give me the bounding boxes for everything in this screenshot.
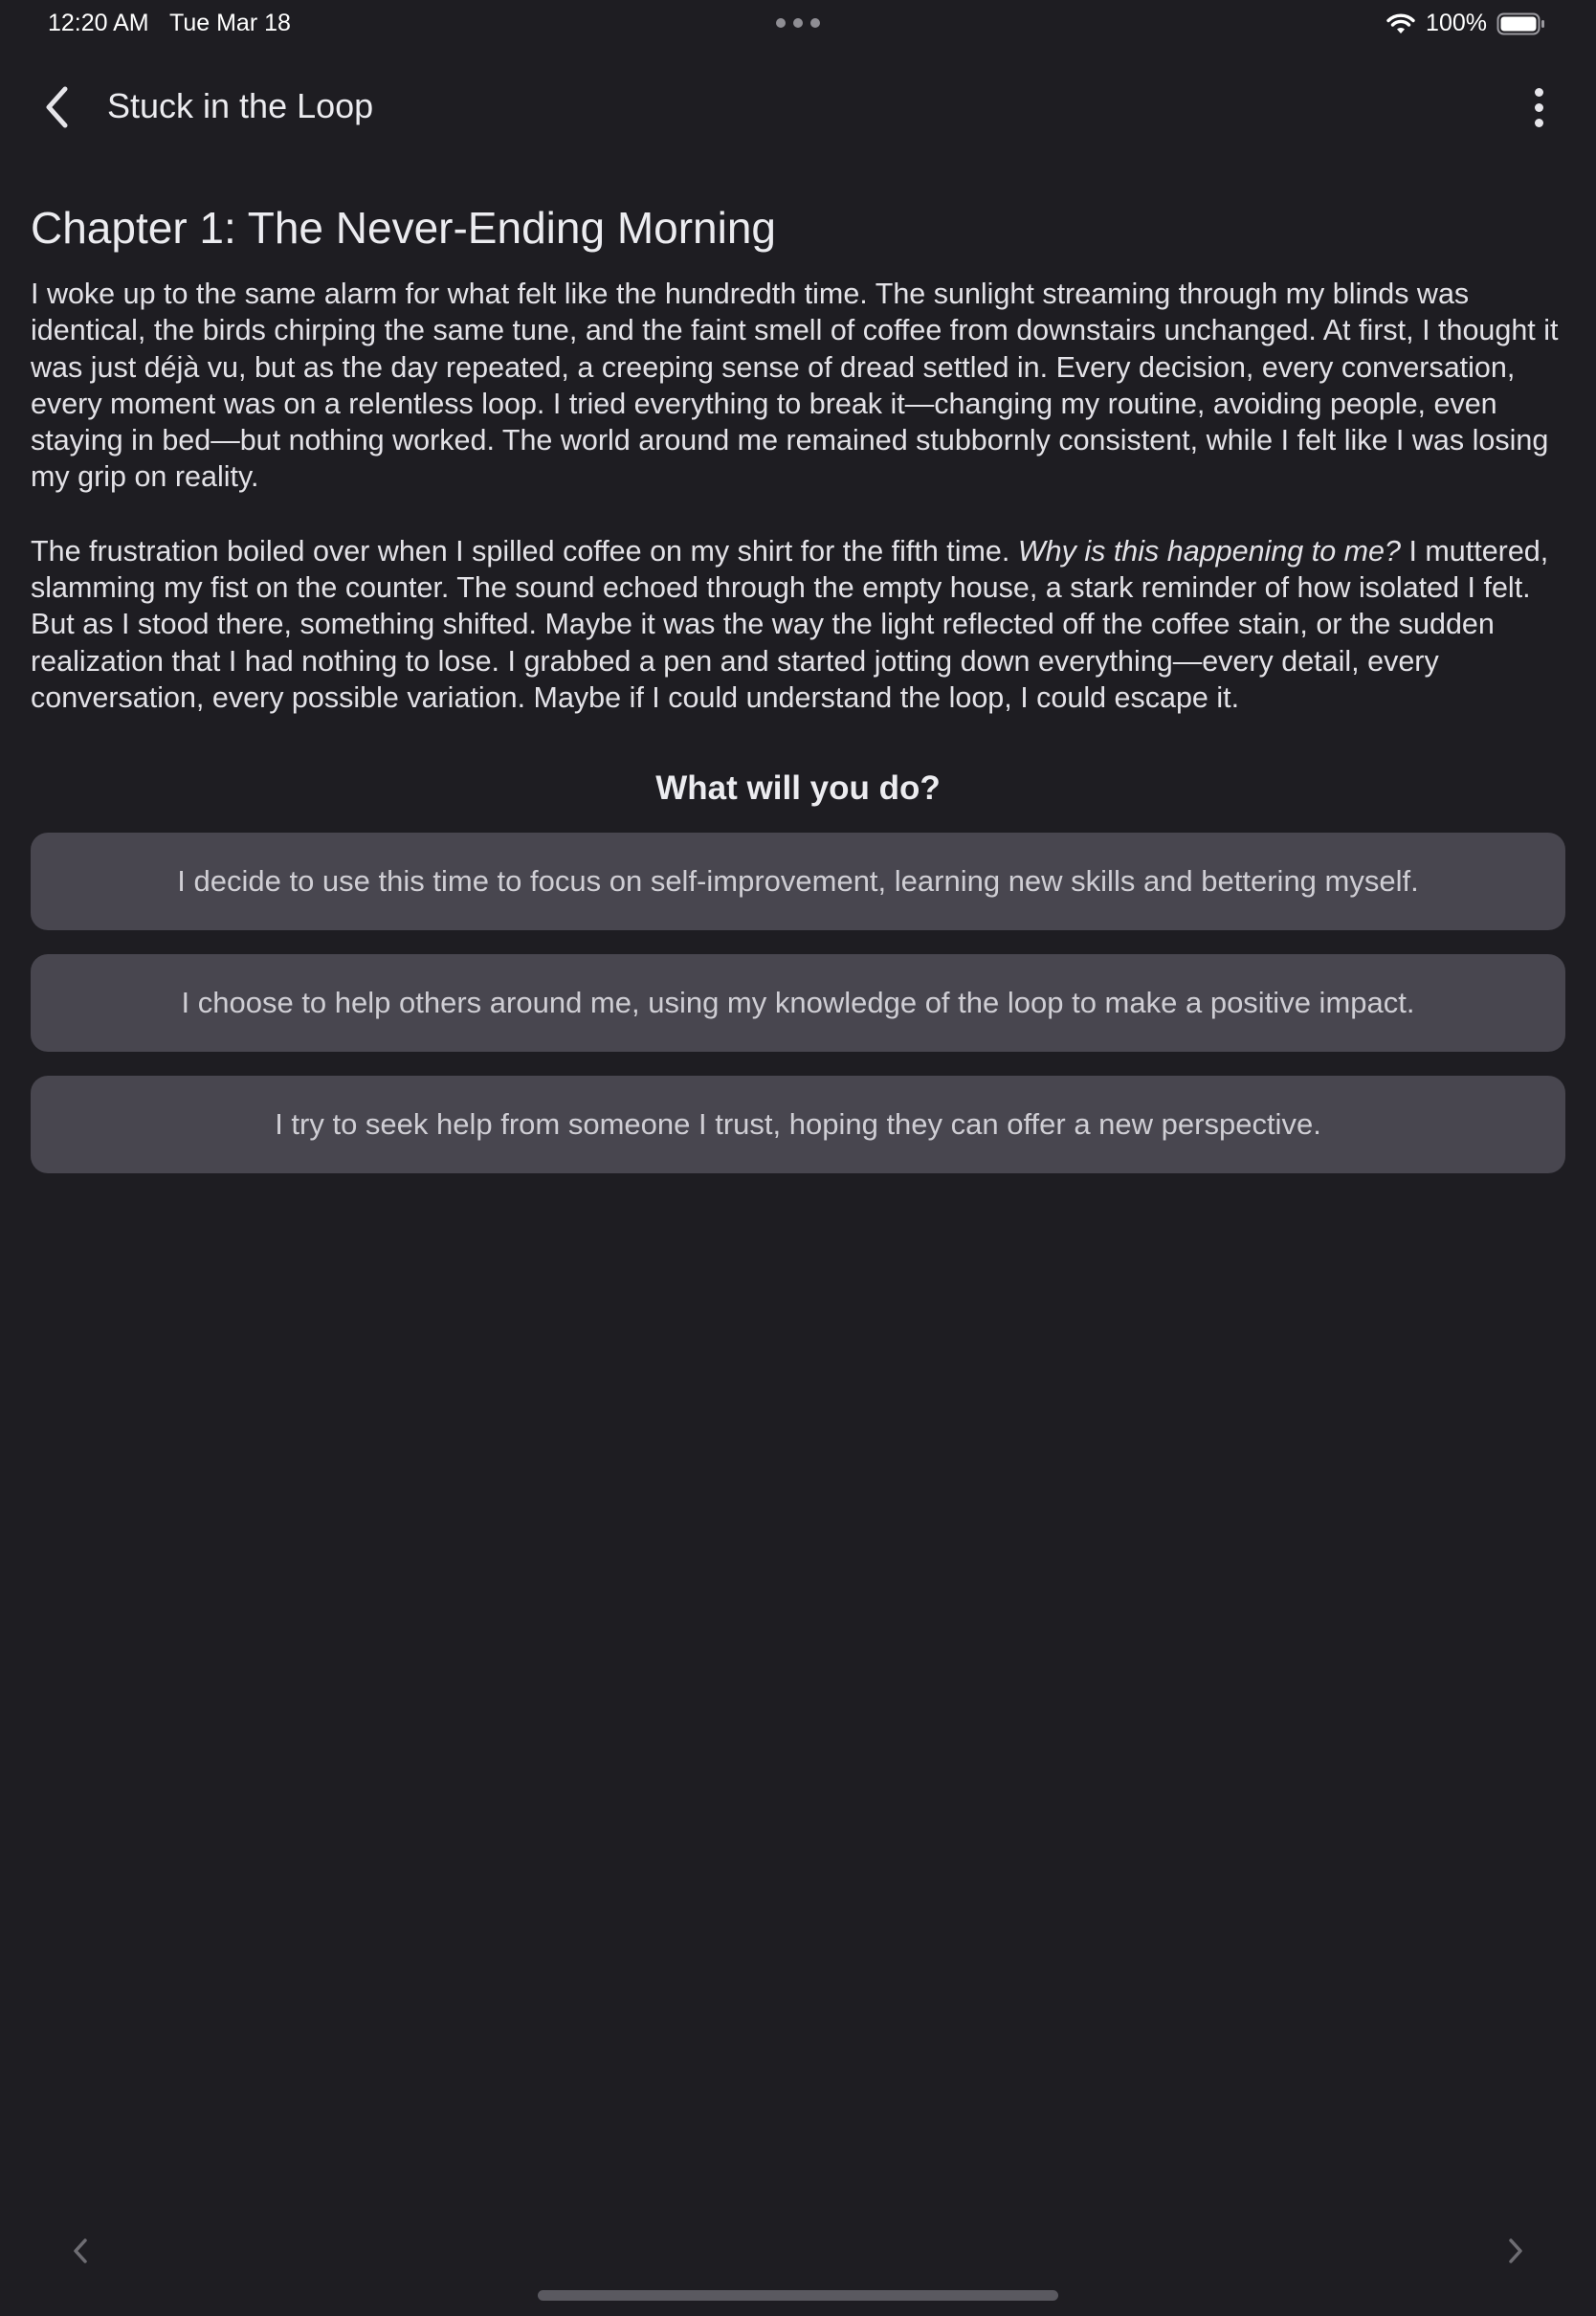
choice-prompt: What will you do?: [655, 769, 941, 808]
choice-button[interactable]: I try to seek help from someone I trust,…: [31, 1076, 1565, 1174]
status-bar: 12:20 AM Tue Mar 18 100%: [0, 0, 1596, 46]
chevron-left-icon: [74, 2238, 87, 2263]
story-paragraph: I woke up to the same alarm for what fel…: [31, 278, 1559, 494]
chevron-left-icon: [46, 86, 68, 128]
status-time: 12:20 AM: [48, 10, 149, 36]
status-indicators: 100%: [1385, 10, 1546, 37]
paragraph-italic-text: Why is this happening to me?: [1017, 534, 1401, 568]
wifi-icon: [1386, 13, 1415, 33]
chapter-title: Chapter 1: The Never-Ending Morning: [31, 203, 777, 253]
choice-button[interactable]: I choose to help others around me, using…: [31, 954, 1565, 1053]
paragraph-text: The frustration boiled over when I spill…: [31, 534, 1018, 568]
chevron-right-icon: [1509, 2238, 1522, 2263]
more-options-button[interactable]: [1519, 82, 1558, 132]
more-vertical-icon: [1534, 87, 1543, 97]
story-paragraph: The frustration boiled over when I spill…: [31, 533, 1565, 716]
battery-icon: [1496, 12, 1544, 34]
story-title: Stuck in the Loop: [107, 86, 374, 125]
choice-list: I decide to use this time to focus on se…: [31, 833, 1565, 1174]
reader-screen: 12:20 AM Tue Mar 18 100% Stuck in the Lo…: [0, 0, 1596, 2316]
status-date: Tue Mar 18: [169, 10, 291, 36]
story-content: Chapter 1: The Never-Ending Morning I wo…: [31, 199, 1565, 1174]
home-indicator[interactable]: [538, 2290, 1058, 2301]
back-button[interactable]: [34, 80, 80, 134]
battery-percent: 100%: [1426, 10, 1487, 36]
multitasking-dots-icon[interactable]: [776, 18, 820, 28]
choice-button[interactable]: I decide to use this time to focus on se…: [31, 833, 1565, 931]
next-page-button[interactable]: [1496, 2230, 1535, 2272]
previous-page-button[interactable]: [61, 2230, 100, 2272]
